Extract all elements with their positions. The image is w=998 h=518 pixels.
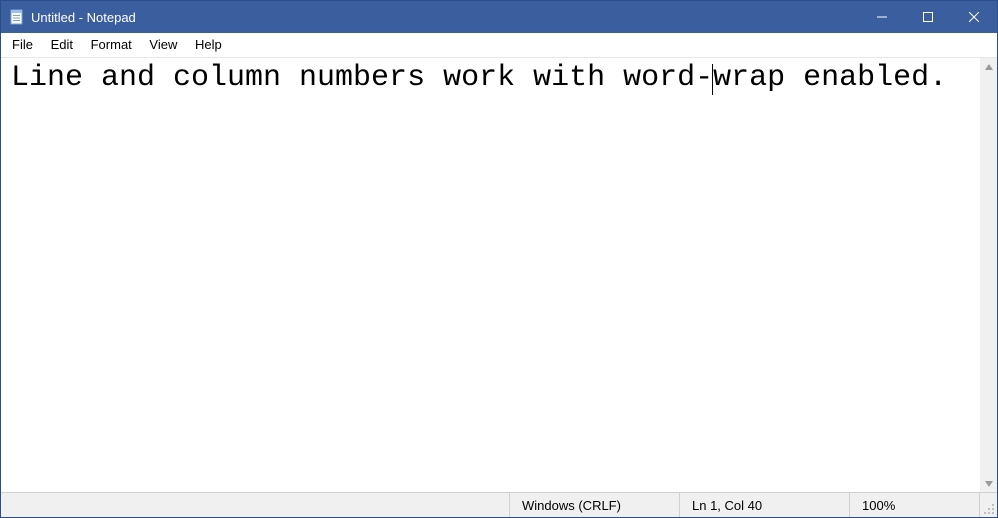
notepad-icon	[9, 9, 25, 25]
titlebar[interactable]: Untitled - Notepad	[1, 1, 997, 33]
resize-grip-icon[interactable]	[979, 493, 997, 517]
close-button[interactable]	[951, 1, 997, 33]
text-editor[interactable]: Line and column numbers work with word-w…	[1, 58, 980, 492]
minimize-button[interactable]	[859, 1, 905, 33]
status-line-ending: Windows (CRLF)	[509, 493, 679, 517]
statusbar-spacer	[1, 493, 509, 517]
window-controls	[859, 1, 997, 33]
status-zoom: 100%	[849, 493, 979, 517]
menu-view[interactable]: View	[142, 35, 184, 54]
status-cursor-position: Ln 1, Col 40	[679, 493, 849, 517]
editor-text-before-caret: Line and column numbers work with word-	[11, 61, 713, 95]
maximize-button[interactable]	[905, 1, 951, 33]
window-title: Untitled - Notepad	[31, 10, 136, 25]
menu-format[interactable]: Format	[84, 35, 139, 54]
editor-text-after-caret: wrap enabled.	[713, 61, 947, 95]
menu-edit[interactable]: Edit	[44, 35, 80, 54]
menu-file[interactable]: File	[5, 35, 40, 54]
editor-area: Line and column numbers work with word-w…	[1, 58, 997, 492]
scrollbar-down-arrow-icon[interactable]	[980, 475, 997, 492]
scrollbar-up-arrow-icon[interactable]	[980, 58, 997, 75]
menu-help[interactable]: Help	[188, 35, 229, 54]
vertical-scrollbar[interactable]	[980, 58, 997, 492]
menubar: File Edit Format View Help	[1, 33, 997, 58]
statusbar: Windows (CRLF) Ln 1, Col 40 100%	[1, 492, 997, 517]
